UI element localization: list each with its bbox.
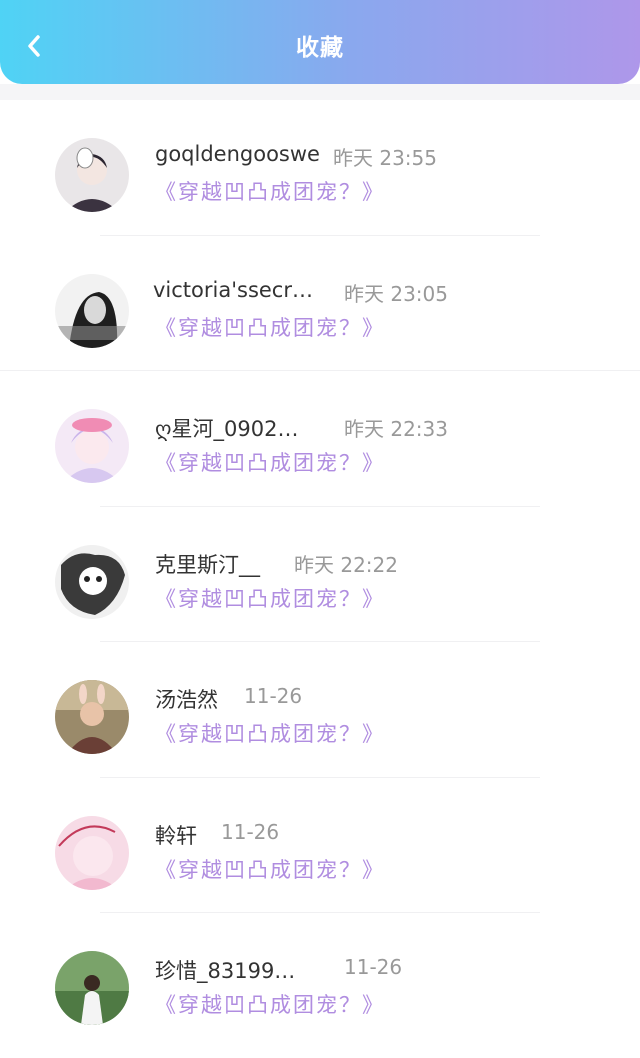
user-avatar[interactable] [55,409,129,483]
book-title-link[interactable]: 《穿越凹凸成团宠？》 [155,718,385,748]
user-avatar[interactable] [55,544,129,619]
timestamp: 11-26 [244,684,303,708]
user-name: 軨轩 [155,823,197,848]
user-name: ღ星河_0902… [155,417,299,441]
timestamp: 昨天 23:55 [333,146,437,170]
favorite-item[interactable]: ღ星河_0902… 昨天 22:33 《穿越凹凸成团宠？》 [0,371,640,507]
user-avatar[interactable] [55,138,129,212]
book-title-link[interactable]: 《穿越凹凸成团宠？》 [155,447,385,477]
favorite-item[interactable]: 軨轩 11-26 《穿越凹凸成团宠？》 [0,778,640,913]
book-title-link[interactable]: 《穿越凹凸成团宠？》 [155,312,385,342]
user-name: 珍惜_83199… [155,959,296,983]
user-name: 克里斯汀__ [155,552,260,577]
top-bar: 收藏 [0,0,640,84]
user-name: victoria'ssecr… [153,277,313,302]
book-title-link[interactable]: 《穿越凹凸成团宠？》 [155,989,385,1019]
user-name: 汤浩然 [155,688,218,712]
user-avatar[interactable] [55,680,129,754]
favorite-item[interactable]: 汤浩然 11-26 《穿越凹凸成团宠？》 [0,642,640,778]
favorite-item[interactable]: 珍惜_83199… 11-26 《穿越凹凸成团宠？》 [0,913,640,1049]
favorites-list: goqldengooswe 昨天 23:55 《穿越凹凸成团宠？》 victor… [0,100,640,1049]
book-title-link[interactable]: 《穿越凹凸成团宠？》 [155,854,385,884]
favorite-item[interactable]: victoria'ssecr… 昨天 23:05 《穿越凹凸成团宠？》 [0,236,640,371]
timestamp: 11-26 [221,819,280,844]
user-avatar[interactable] [55,951,129,1025]
timestamp: 11-26 [344,955,403,979]
book-title-link[interactable]: 《穿越凹凸成团宠？》 [155,583,385,613]
timestamp: 昨天 23:05 [344,281,448,306]
book-title-link[interactable]: 《穿越凹凸成团宠？》 [155,176,385,206]
favorite-item[interactable]: 克里斯汀__ 昨天 22:22 《穿越凹凸成团宠？》 [0,507,640,642]
user-avatar[interactable] [55,815,129,890]
header-spacer [0,84,640,100]
timestamp: 昨天 22:22 [294,552,398,577]
timestamp: 昨天 22:33 [344,417,448,441]
user-avatar[interactable] [55,273,129,348]
favorite-item[interactable]: goqldengooswe 昨天 23:55 《穿越凹凸成团宠？》 [0,100,640,236]
user-name: goqldengooswe [155,142,320,166]
page-title: 收藏 [296,35,344,61]
